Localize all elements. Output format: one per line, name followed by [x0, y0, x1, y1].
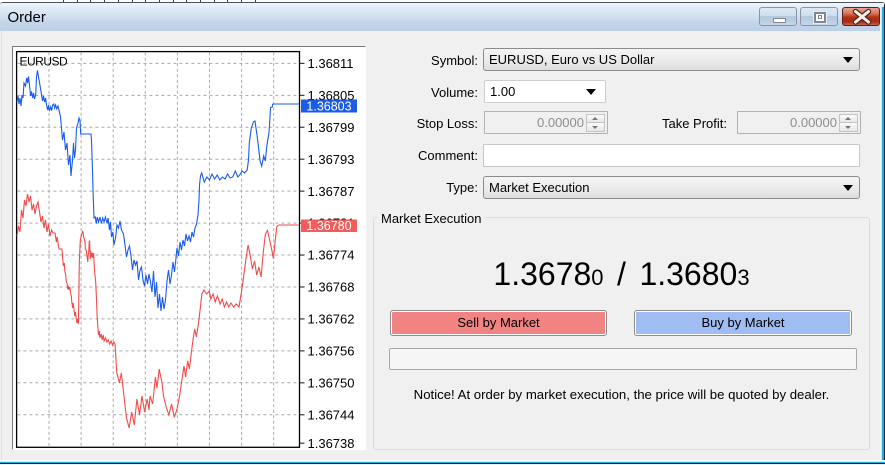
svg-text:1.36811: 1.36811	[308, 56, 354, 71]
svg-text:1.36768: 1.36768	[308, 280, 355, 295]
svg-text:1.36756: 1.36756	[308, 343, 355, 358]
svg-text:1.36787: 1.36787	[308, 184, 355, 199]
svg-text:1.36762: 1.36762	[308, 312, 355, 327]
svg-text:1.36803: 1.36803	[306, 99, 351, 113]
svg-text:1.36744: 1.36744	[308, 407, 355, 422]
svg-text:1.36738: 1.36738	[308, 436, 355, 451]
svg-text:EURUSD: EURUSD	[20, 54, 69, 68]
svg-text:1.36774: 1.36774	[308, 248, 355, 263]
svg-text:1.36750: 1.36750	[308, 375, 355, 390]
svg-text:1.36799: 1.36799	[308, 120, 355, 135]
svg-text:1.36780: 1.36780	[306, 219, 351, 233]
svg-text:1.36793: 1.36793	[308, 152, 355, 167]
